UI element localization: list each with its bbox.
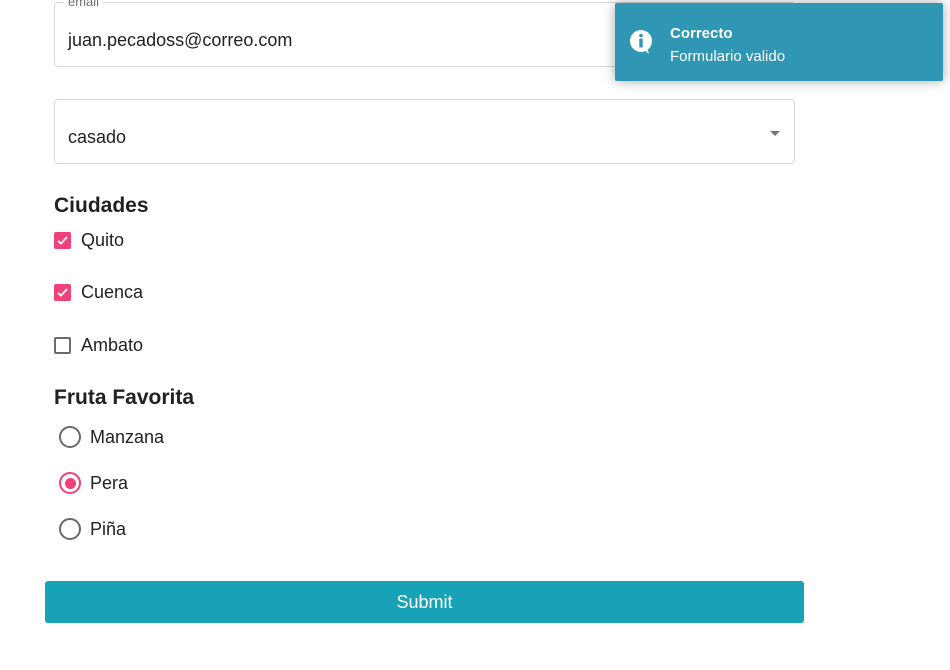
ciudades-title: Ciudades (54, 194, 149, 217)
radio-pina[interactable]: Piña (59, 518, 126, 540)
checkbox-box[interactable] (54, 337, 71, 354)
dropdown-arrow-icon[interactable] (770, 131, 780, 136)
email-label: email (64, 0, 104, 9)
fruta-title: Fruta Favorita (54, 386, 195, 409)
radio-circle[interactable] (59, 518, 81, 540)
checkbox-label: Cuenca (81, 282, 144, 302)
radio-label: Pera (90, 472, 129, 493)
radio-pera[interactable]: Pera (59, 472, 128, 494)
check-icon (57, 236, 68, 245)
form-page: email juan.pecadoss@correo.com casado Ci… (0, 0, 950, 670)
estado-civil-select[interactable]: casado (54, 99, 795, 164)
radio-circle[interactable] (59, 426, 81, 448)
radio-circle[interactable] (59, 472, 81, 494)
radio-label: Manzana (90, 426, 165, 447)
radio-label: Piña (90, 518, 127, 539)
select-value: casado (68, 127, 127, 147)
checkbox-cuenca[interactable]: Cuenca (54, 282, 143, 303)
submit-button[interactable]: Submit (45, 581, 804, 623)
check-icon (57, 288, 68, 297)
checkbox-quito[interactable]: Quito (54, 230, 124, 251)
toast-title: Correcto (670, 25, 733, 42)
checkbox-label: Quito (81, 230, 125, 250)
toast-notification[interactable]: Correcto Formulario valido (615, 3, 943, 81)
radio-manzana[interactable]: Manzana (59, 426, 164, 448)
checkbox-label: Ambato (81, 335, 144, 355)
info-icon (630, 30, 652, 54)
checkbox-ambato[interactable]: Ambato (54, 335, 143, 356)
toast-message: Formulario valido (670, 48, 786, 65)
checkbox-box[interactable] (54, 284, 71, 301)
email-value[interactable]: juan.pecadoss@correo.com (68, 30, 292, 51)
checkbox-box[interactable] (54, 232, 71, 249)
